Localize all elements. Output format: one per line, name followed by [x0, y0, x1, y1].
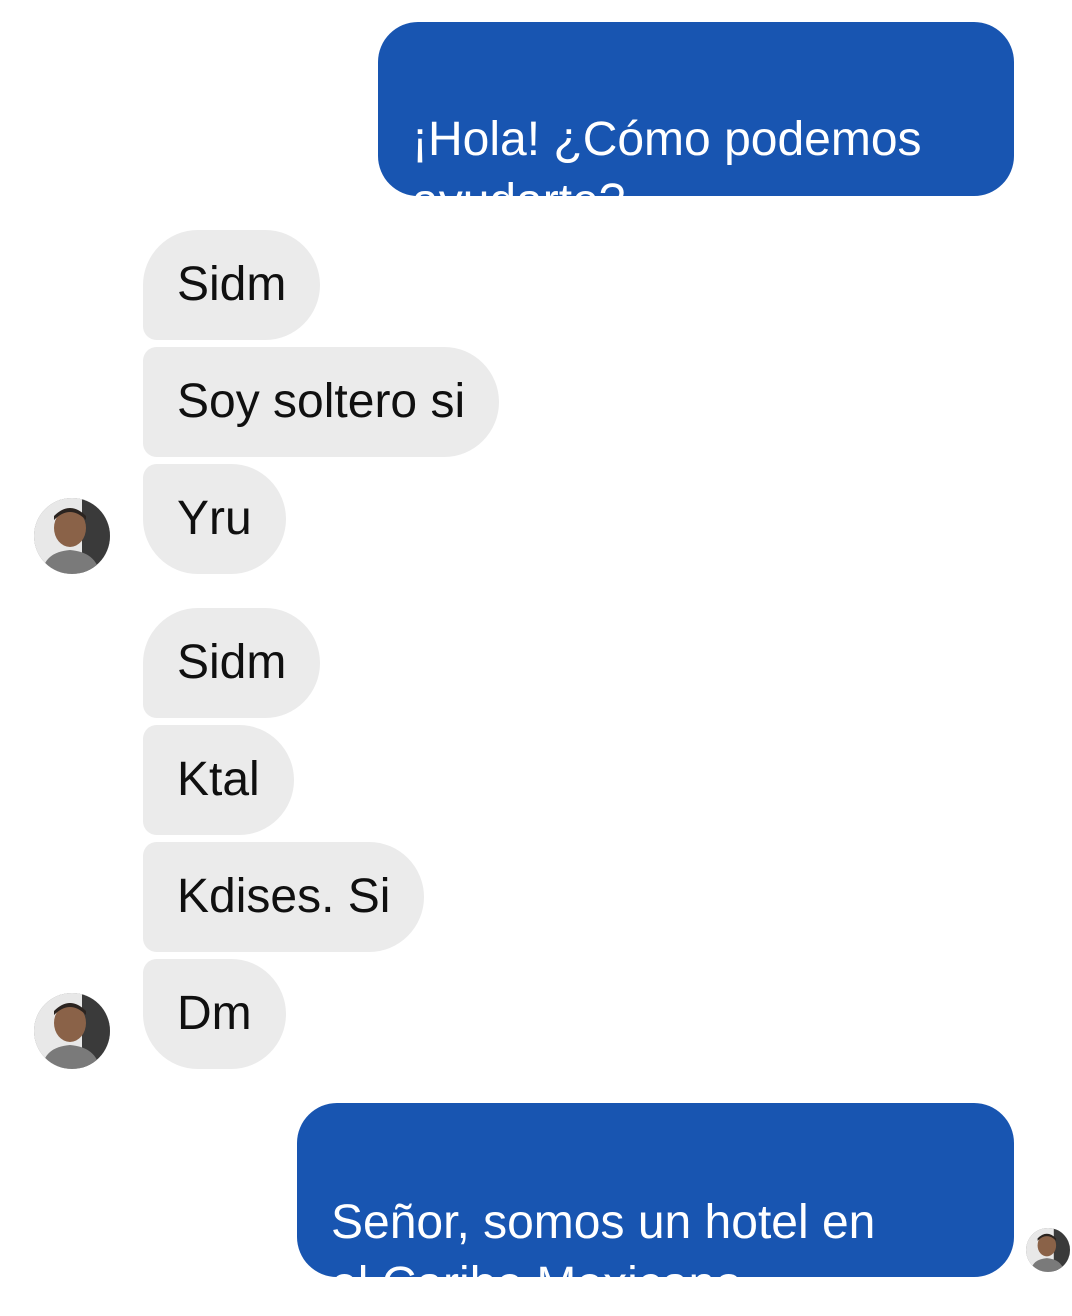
sender-avatar-icon[interactable]	[34, 498, 110, 574]
message-bubble-incoming[interactable]: Ktal	[143, 725, 294, 835]
sender-avatar-icon[interactable]	[34, 993, 110, 1069]
message-text: Soy soltero si	[177, 375, 466, 428]
message-text: Kdises. Si	[177, 870, 391, 923]
seen-avatar-icon	[1026, 1228, 1070, 1272]
message-text: Señor, somos un hotel en el Caribe Mexic…	[331, 1196, 876, 1311]
message-bubble-outgoing[interactable]: Señor, somos un hotel en el Caribe Mexic…	[297, 1103, 1014, 1311]
message-text: Yru	[177, 492, 252, 545]
message-bubble-incoming[interactable]: Dm	[143, 959, 286, 1069]
message-bubble-incoming[interactable]: Sidm	[143, 230, 321, 340]
message-text: Dm	[177, 987, 252, 1040]
message-text: Sidm	[177, 258, 287, 311]
message-bubble-incoming[interactable]: Sidm	[143, 608, 321, 718]
message-text: ¡Hola! ¿Cómo podemos ayudarte?	[412, 113, 922, 228]
message-bubble-outgoing[interactable]: ¡Hola! ¿Cómo podemos ayudarte?	[378, 22, 1014, 228]
message-text: Sidm	[177, 636, 287, 689]
message-bubble-incoming[interactable]: Kdises. Si	[143, 842, 425, 952]
message-bubble-incoming[interactable]: Soy soltero si	[143, 347, 500, 457]
message-text: Ktal	[177, 753, 260, 806]
message-bubble-incoming[interactable]: Yru	[143, 464, 286, 574]
